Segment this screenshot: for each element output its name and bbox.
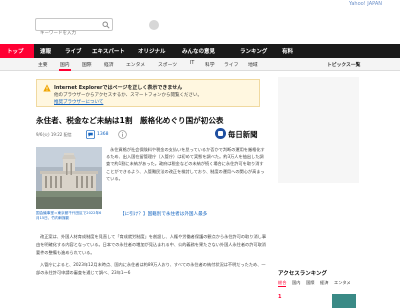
ranking-item[interactable]: 1 [278,294,359,308]
search-input[interactable] [36,28,102,39]
cat-tab-it[interactable]: IT [190,61,194,66]
ranking-tab-all[interactable]: 総合 [278,280,287,287]
article-intro: 永住資格が社会保険料や税金の支払いを怠っているか否かで判断の運用を厳格化するため… [106,146,266,182]
search-row [0,11,400,44]
ranking-thumbnail [332,294,356,308]
article-photo[interactable] [36,147,102,209]
ranking-title: アクセスランキング [278,271,328,277]
cat-tab-main[interactable]: 主要 [38,61,48,68]
nav-tab-paid[interactable]: 有料 [282,47,293,55]
ranking-tab-economy[interactable]: 経済 [320,280,328,286]
article-headline: 永住者、税金など未納は1割 厳格化めぐり国が初公表 [36,116,224,125]
rank-number: 1 [278,294,282,300]
ranking-tab-domestic[interactable]: 国内 [292,280,300,286]
main-nav: トップ 速報 ライブ エキスパート オリジナル みんなの意見 ランキング 有料 [0,44,400,58]
ranking-tabs: 総合 国内 国際 経済 エンタメ [278,280,359,288]
nav-tab-breaking[interactable]: 速報 [40,47,51,55]
cat-active-indicator [59,69,71,71]
warning-title: Internet Explorerではページを正しく表示できません [54,85,183,91]
warning-message: 他のブラウザーからアクセスするか、スマートフォンから閲覧ください。 [54,93,203,98]
nav-tab-top[interactable]: トップ [7,47,24,55]
cat-tab-economy[interactable]: 経済 [104,61,114,68]
nav-tab-live[interactable]: ライブ [65,47,82,55]
body-paragraph-1: 改正案は、外国人材育成制度を見直して「育成就労制度」を創設し、人権や労働者保護の… [36,234,267,255]
diet-building-image [36,147,102,209]
cat-tab-entertainment[interactable]: エンタメ [126,61,145,68]
article-body: 改正案は、外国人材育成制度を見直して「育成就労制度」を創設し、人権や労働者保護の… [36,233,266,281]
access-ranking: アクセスランキング 総合 国内 国際 経済 エンタメ 1 [278,269,359,308]
recommended-browser-link[interactable]: 推奨ブラウザーについて [54,99,103,105]
cat-tab-life[interactable]: ライフ [224,61,238,68]
publisher-name: 毎日新聞 [228,130,258,139]
info-icon[interactable] [118,130,127,139]
account-icon[interactable] [149,20,159,30]
warning-icon [43,84,51,92]
publisher-logo[interactable]: 毎日新聞 [215,127,265,141]
cat-tab-topics-list[interactable]: トピックス一覧 [327,61,360,68]
cat-tab-science[interactable]: 科学 [205,61,215,68]
nav-tab-opinion[interactable]: みんなの意見 [182,47,215,55]
comment-icon[interactable] [86,130,95,139]
photo-caption: 国会議事堂＝東京都千代田区で2022年6月15日、竹内幹撮影 [36,211,102,220]
publish-date: 9/6(火) 19:22 配信 [36,132,72,137]
category-nav: 主要 国内 国際 経済 エンタメ スポーツ IT 科学 ライフ 地域 トピックス… [0,58,400,71]
mainichi-logo-icon [215,128,226,139]
body-paragraph-2: 入管庁によると、2023年12月末時点、国内に永住者は約89万人おり、すべての永… [36,262,266,275]
nav-tab-original[interactable]: オリジナル [138,47,166,55]
top-bar: Yahoo! JAPAN [0,0,400,11]
nav-tab-ranking[interactable]: ランキング [240,47,267,55]
search-box[interactable] [35,18,113,39]
nav-tab-expert[interactable]: エキスパート [92,47,125,55]
ranking-tab-entertainment[interactable]: エンタメ [334,280,351,286]
browser-warning: Internet Explorerではページを正しく表示できません 他のブラウザ… [36,79,260,107]
sidebar-ad[interactable] [278,77,359,183]
cat-tab-domestic[interactable]: 国内 [60,61,70,68]
cat-tab-region[interactable]: 地域 [248,61,258,68]
comment-count[interactable]: 1368 [97,132,108,137]
search-icon[interactable] [102,21,110,29]
related-article-link[interactable]: 【に引け？】国籍別で永住者は外国人最多 [120,211,207,217]
cat-tab-international[interactable]: 国際 [82,61,92,68]
intro-paragraph: 永住資格が社会保険料や税金の支払いを怠っているか否かで判断の運用を厳格化するため… [106,147,265,181]
ranking-tab-international[interactable]: 国際 [306,280,314,286]
brand-logo[interactable]: Yahoo! JAPAN [349,1,382,7]
cat-tab-sports[interactable]: スポーツ [158,61,177,68]
